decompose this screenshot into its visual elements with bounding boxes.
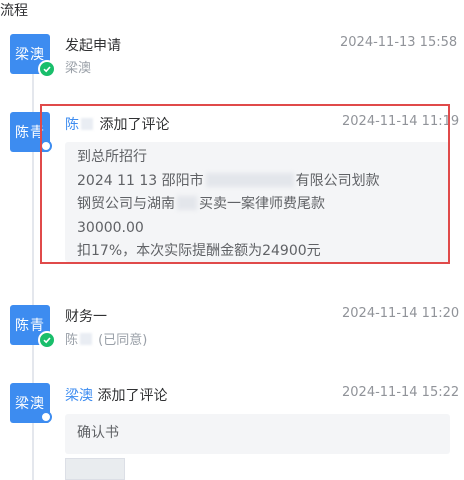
comment-line: 到总所招行 — [77, 149, 147, 165]
item-title: 梁澳 添加了评论 — [65, 385, 167, 405]
item-subtitle: 梁澳 — [65, 61, 92, 76]
item-title: 陈 添加了评论 — [65, 114, 169, 134]
item-title: 财务一 — [65, 309, 107, 325]
section-title: 流程 — [0, 3, 28, 19]
comment-line: 30000.00 — [77, 219, 144, 236]
redacted-text — [81, 118, 93, 130]
attachment-thumbnail[interactable] — [65, 458, 125, 480]
redacted-text — [80, 333, 93, 345]
comment-line: 确认书 — [77, 425, 119, 441]
approval-status: (已同意) — [98, 333, 148, 348]
pending-ring-icon — [40, 140, 52, 152]
item-subtitle: 陈 (已同意) — [65, 333, 148, 348]
item-title: 发起申请 — [65, 38, 121, 54]
comment-content: 到总所招行 2024 11 13 邵阳市 有限公司划款 钢贸公司与湖南 买卖一案律师… — [65, 142, 450, 262]
comment-line: 扣17%，本次实际提酬金额为24900元 — [77, 243, 321, 259]
actor-name-link[interactable]: 梁澳 — [65, 388, 93, 404]
comment-content: 确认书 — [65, 414, 450, 454]
pending-ring-icon — [40, 411, 52, 423]
redacted-text — [205, 172, 294, 187]
action-text: 添加了评论 — [97, 388, 168, 404]
approved-check-icon — [38, 60, 56, 78]
approval-flow-page: 流程 梁澳 发起申请 梁澳 2024-11-13 15:58 陈青 陈 添加了评… — [0, 0, 464, 480]
comment-line: 2024 11 13 邵阳市 有限公司划款 — [77, 172, 380, 189]
approved-check-icon — [38, 331, 56, 349]
item-time: 2024-11-14 11:19 — [342, 114, 460, 129]
action-text: 添加了评论 — [99, 117, 170, 133]
actor-name-link[interactable]: 陈 — [65, 117, 79, 133]
item-time: 2024-11-14 15:22 — [342, 385, 460, 400]
comment-line: 钢贸公司与湖南 买卖一案律师费尾款 — [77, 196, 325, 212]
redacted-text — [177, 196, 197, 210]
item-time: 2024-11-14 11:20 — [342, 306, 460, 321]
item-time: 2024-11-13 15:58 — [340, 35, 458, 50]
